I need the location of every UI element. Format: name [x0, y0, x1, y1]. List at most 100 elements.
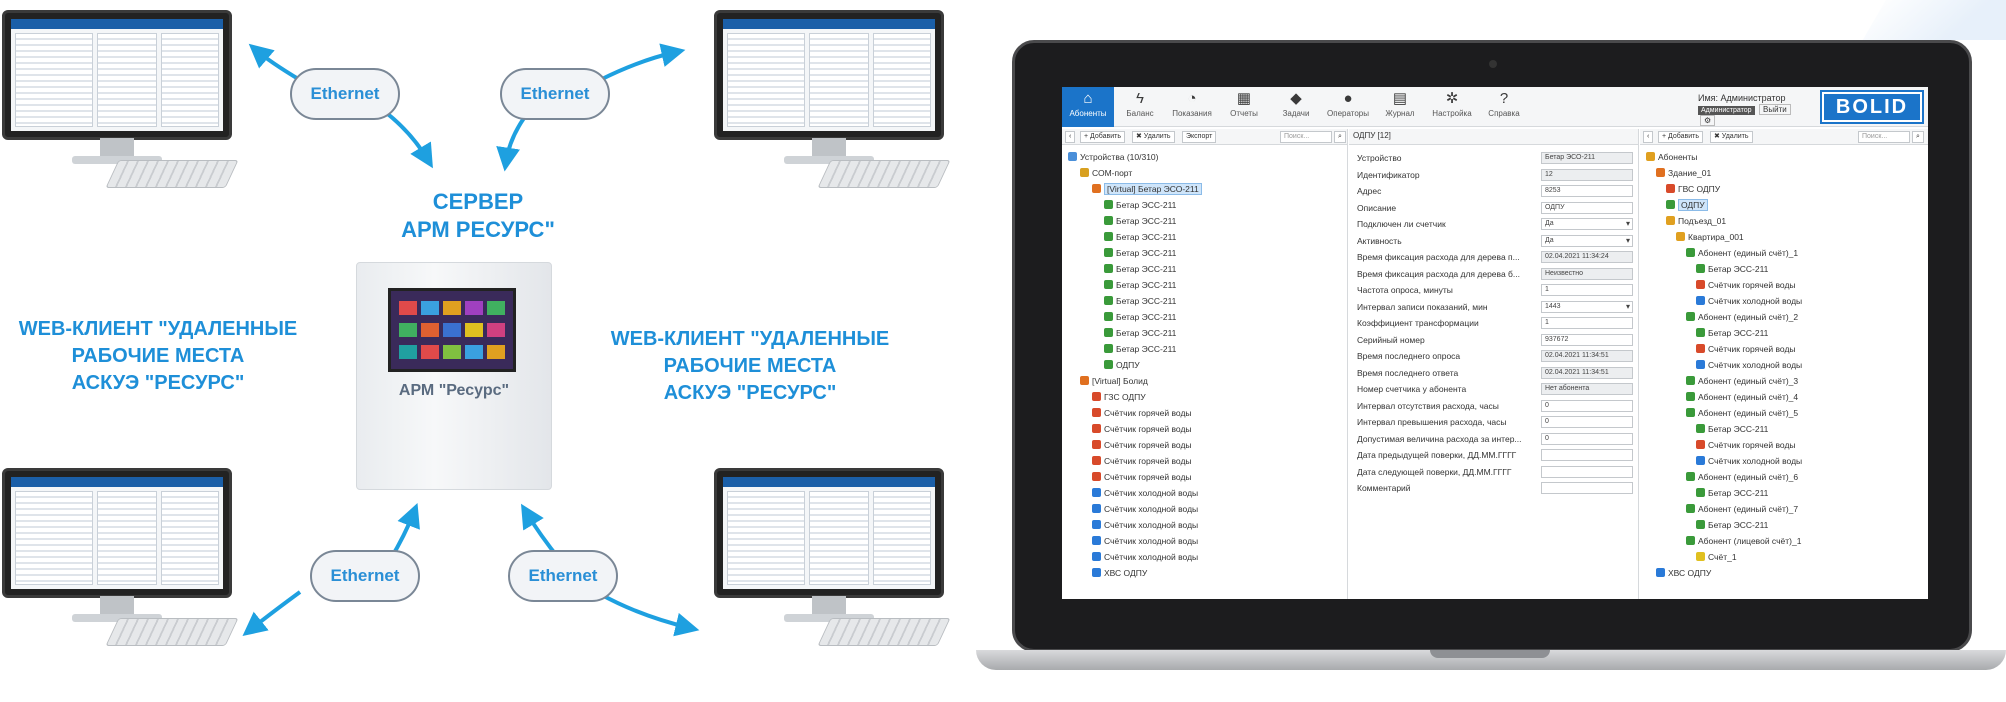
- property-select[interactable]: 1443: [1541, 300, 1633, 313]
- toolbar-item-0[interactable]: ⌂ Абоненты: [1062, 87, 1114, 127]
- property-field[interactable]: 0: [1541, 399, 1633, 412]
- ethernet-cloud: Ethernet: [310, 550, 420, 602]
- collapse-button[interactable]: ‹: [1643, 131, 1654, 143]
- tree-item[interactable]: Счётчик холодной воды: [1696, 453, 1802, 469]
- tree-item[interactable]: ГЗС ОДПУ: [1092, 389, 1146, 405]
- property-field[interactable]: 1: [1541, 317, 1633, 329]
- tree-item[interactable]: Бетар ЭСС-211: [1104, 341, 1176, 357]
- tree-item[interactable]: Счётчик горячей воды: [1696, 277, 1796, 293]
- tree-item[interactable]: Абоненты: [1646, 149, 1697, 165]
- tree-item[interactable]: Счётчик холодной воды: [1092, 517, 1198, 533]
- property-field[interactable]: ОДПУ: [1541, 201, 1633, 214]
- tree-item[interactable]: Бетар ЭСС-211: [1104, 197, 1176, 213]
- property-select[interactable]: Да: [1541, 234, 1633, 247]
- tree-item[interactable]: Бетар ЭСС-211: [1104, 261, 1176, 277]
- toolbar-item-2[interactable]: ◔ Показания: [1166, 87, 1218, 127]
- tree-item[interactable]: Счётчик холодной воды: [1696, 357, 1802, 373]
- search-input[interactable]: Поиск...: [1280, 131, 1332, 143]
- tree-item[interactable]: Абонент (единый счёт)_5: [1686, 405, 1798, 421]
- tree-item[interactable]: Абонент (единый счёт)_4: [1686, 389, 1798, 405]
- tree-item[interactable]: Счётчик горячей воды: [1092, 421, 1192, 437]
- search-input[interactable]: Поиск...: [1858, 131, 1910, 143]
- node-icon: [1104, 200, 1113, 209]
- tree-item[interactable]: Абонент (единый счёт)_6: [1686, 469, 1798, 485]
- property-field[interactable]: 1: [1541, 284, 1633, 296]
- tree-item[interactable]: Счётчик холодной воды: [1092, 485, 1198, 501]
- tree-item[interactable]: Счётчик горячей воды: [1696, 437, 1796, 453]
- tree-item[interactable]: Бетар ЭСС-211: [1696, 261, 1768, 277]
- property-select[interactable]: Да: [1541, 218, 1633, 230]
- tree-item[interactable]: Устройства (10/310): [1068, 149, 1159, 165]
- tree-item[interactable]: Счётчик холодной воды: [1092, 549, 1198, 565]
- delete-button[interactable]: ✖ Удалить: [1132, 131, 1175, 143]
- tree-item[interactable]: Здание_01: [1656, 165, 1711, 181]
- tree-item[interactable]: ХВС ОДПУ: [1656, 565, 1711, 581]
- property-field: Бетар ЭСО-211: [1541, 152, 1633, 164]
- collapse-button[interactable]: ‹: [1065, 131, 1076, 143]
- tree-item[interactable]: Бетар ЭСС-211: [1696, 325, 1768, 341]
- tree-item[interactable]: Бетар ЭСС-211: [1696, 517, 1768, 533]
- tree-item[interactable]: Бетар ЭСС-211: [1104, 325, 1176, 341]
- toolbar-item-4[interactable]: ◆ Задачи: [1270, 87, 1322, 127]
- tree-item[interactable]: Подъезд_01: [1666, 213, 1726, 229]
- tree-item[interactable]: Абонент (единый счёт)_3: [1686, 373, 1798, 389]
- tree-item[interactable]: Бетар ЭСС-211: [1104, 245, 1176, 261]
- tree-item[interactable]: Счётчик горячей воды: [1696, 341, 1796, 357]
- property-field[interactable]: [1541, 449, 1633, 461]
- tree-item[interactable]: Квартира_001: [1676, 229, 1744, 245]
- node-icon: [1666, 216, 1675, 225]
- node-icon: [1686, 312, 1695, 321]
- tree-item[interactable]: Абонент (единый счёт)_7: [1686, 501, 1798, 517]
- tree-item[interactable]: [Virtual] Бетар ЭСО-211: [1092, 181, 1202, 197]
- property-field[interactable]: [1541, 482, 1633, 494]
- tree-item[interactable]: Счётчик холодной воды: [1696, 293, 1802, 309]
- tree-item-label: Абоненты: [1658, 152, 1698, 162]
- tree-item[interactable]: Счётчик горячей воды: [1092, 453, 1192, 469]
- tree-item[interactable]: СОМ-порт: [1080, 165, 1132, 181]
- toolbar-item-3[interactable]: ▦ Отчеты: [1218, 87, 1270, 127]
- logout-button[interactable]: Выйти: [1759, 104, 1791, 115]
- tree-item[interactable]: Счётчик горячей воды: [1092, 437, 1192, 453]
- node-icon: [1092, 536, 1101, 545]
- toolbar-item-5[interactable]: ● Операторы: [1322, 87, 1374, 127]
- node-icon: [1092, 408, 1101, 417]
- tree-item[interactable]: Бетар ЭСС-211: [1104, 293, 1176, 309]
- tree-item[interactable]: Счёт_1: [1696, 549, 1737, 565]
- tree-item[interactable]: Бетар ЭСС-211: [1696, 485, 1768, 501]
- export-button[interactable]: Экспорт: [1182, 131, 1217, 143]
- property-field[interactable]: [1541, 465, 1633, 478]
- toolbar-item-7[interactable]: ✲ Настройка: [1426, 87, 1478, 127]
- property-row: Интервал отсутствия расхода, часы 0: [1357, 399, 1637, 415]
- tree-item[interactable]: Бетар ЭСС-211: [1696, 421, 1768, 437]
- delete-button[interactable]: ✖ Удалить: [1710, 131, 1753, 143]
- property-field[interactable]: 0: [1541, 416, 1633, 428]
- tree-item[interactable]: ОДПУ: [1666, 197, 1708, 213]
- gear-icon[interactable]: ⚙: [1700, 115, 1716, 126]
- tree-item[interactable]: Абонент (единый счёт)_1: [1686, 245, 1798, 261]
- tree-item[interactable]: ХВС ОДПУ: [1092, 565, 1147, 581]
- add-button[interactable]: + Добавить: [1658, 131, 1703, 143]
- tree-item[interactable]: Бетар ЭСС-211: [1104, 213, 1176, 229]
- property-row: Время последнего опроса 02.04.2021 11:34:…: [1357, 349, 1637, 365]
- tree-item[interactable]: Счётчик горячей воды: [1092, 469, 1192, 485]
- property-field[interactable]: 937672: [1541, 333, 1633, 346]
- tree-item[interactable]: Абонент (единый счёт)_2: [1686, 309, 1798, 325]
- toolbar-item-6[interactable]: ▤ Журнал: [1374, 87, 1426, 127]
- tree-item[interactable]: Бетар ЭСС-211: [1104, 277, 1176, 293]
- property-field[interactable]: 8253: [1541, 185, 1633, 197]
- search-icon[interactable]: ⌕: [1912, 131, 1924, 143]
- tree-item[interactable]: Бетар ЭСС-211: [1104, 309, 1176, 325]
- search-icon[interactable]: ⌕: [1334, 131, 1346, 143]
- tree-item[interactable]: ОДПУ: [1104, 357, 1140, 373]
- tree-item[interactable]: ГВС ОДПУ: [1666, 181, 1720, 197]
- tree-item[interactable]: Бетар ЭСС-211: [1104, 229, 1176, 245]
- toolbar-item-1[interactable]: ϟ Баланс: [1114, 87, 1166, 127]
- add-button[interactable]: + Добавить: [1080, 131, 1125, 143]
- tree-item[interactable]: Счётчик холодной воды: [1092, 501, 1198, 517]
- tree-item[interactable]: Абонент (лицевой счёт)_1: [1686, 533, 1801, 549]
- tree-item[interactable]: [Virtual] Болид: [1080, 373, 1148, 389]
- tree-item[interactable]: Счётчик холодной воды: [1092, 533, 1198, 549]
- tree-item[interactable]: Счётчик горячей воды: [1092, 405, 1192, 421]
- toolbar-item-8[interactable]: ? Справка: [1478, 87, 1530, 127]
- property-field[interactable]: 0: [1541, 432, 1633, 445]
